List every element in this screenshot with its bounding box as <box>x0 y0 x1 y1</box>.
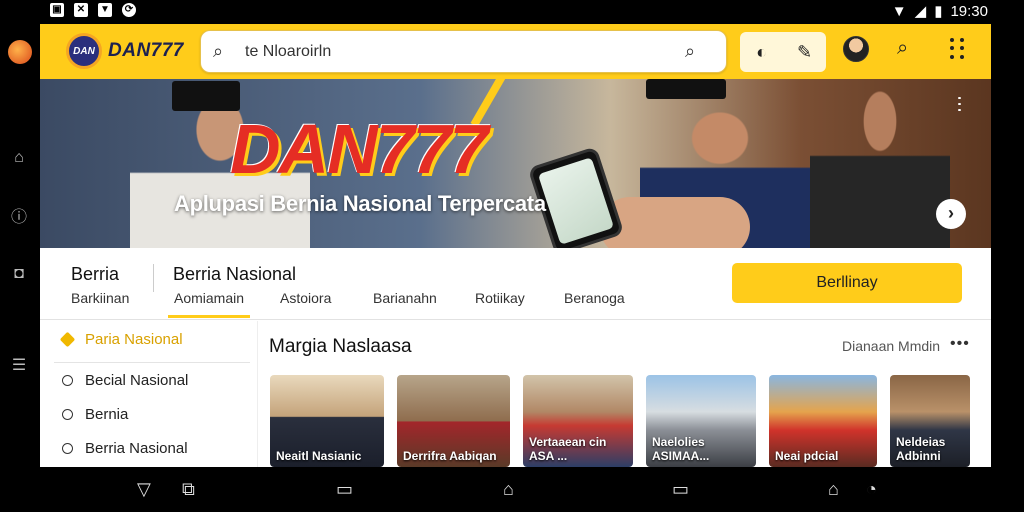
news-card[interactable]: Derrifra Aabiqan <box>397 375 510 467</box>
list-item-label: Becial Nasional <box>85 372 189 389</box>
radio-icon <box>62 443 73 454</box>
next-arrow-icon[interactable]: › <box>936 199 966 229</box>
device-screen: ▣ ✕ ▼ ⟳ ▼ ◢ ▮ 19:30 ⌂ ⓘ ◘ ☰ DAN DAN777 ⌕ <box>0 0 1024 512</box>
content-filter-label[interactable]: Dianaan Mmdin <box>842 338 940 354</box>
brand-logo-icon: DAN <box>66 33 102 69</box>
news-card[interactable]: Naelolies ASIMAA... <box>646 375 756 467</box>
home-icon[interactable]: ⌂ <box>9 148 29 168</box>
signal-icon: ◢ <box>914 3 927 20</box>
app-logo-icon[interactable] <box>8 40 32 64</box>
news-card[interactable]: Neldeias Adbinni <box>890 375 970 467</box>
card-caption: Derrifra Aabiqan <box>403 449 497 463</box>
list-item-active[interactable]: Paria Nasional <box>59 331 183 348</box>
top-bar: DAN DAN777 ⌕ ⌕ ◐ ✎ ⌕ <box>40 24 991 79</box>
hero-hat <box>646 79 726 99</box>
hero-hat <box>172 81 240 111</box>
wifi-icon: ▼ <box>891 2 907 20</box>
bullet-icon <box>59 331 76 348</box>
edit-icon[interactable]: ✎ <box>793 42 817 63</box>
app-window: DAN DAN777 ⌕ ⌕ ◐ ✎ ⌕ <box>40 24 991 467</box>
back-icon[interactable]: ▽ <box>137 479 151 500</box>
mic-icon[interactable]: ◐ <box>750 42 774 63</box>
section-nav: Berria Barkiinan Berria Nasional Aomiama… <box>40 248 991 320</box>
hero-subtitle: Aplupasi Bernia Nasional Terpercata <box>174 191 546 216</box>
search-icon: ⌕ <box>213 41 224 61</box>
news-card[interactable]: Neaitl Nasianic <box>270 375 384 467</box>
tab-0[interactable]: Aomiamain <box>167 290 251 318</box>
radio-icon <box>62 375 73 386</box>
tab-2[interactable]: Barianahn <box>373 290 437 306</box>
hero-banner[interactable]: DAN777 Aplupasi Bernia Nasional Terperca… <box>40 79 991 248</box>
tab-4[interactable]: Beranoga <box>564 290 625 306</box>
list-item-label: Berria Nasional <box>85 440 188 457</box>
home-icon[interactable]: ⌂ <box>503 479 514 500</box>
battery-icon: ▮ <box>934 3 943 20</box>
search-icon[interactable]: ⌕ <box>897 37 908 60</box>
recents-icon[interactable]: ▭ <box>336 479 353 500</box>
news-cards: Neaitl Nasianic Derrifra Aabiqan Vertaae… <box>270 375 990 467</box>
search-input[interactable] <box>245 42 685 61</box>
menu-icon[interactable]: ☰ <box>9 356 29 376</box>
card-caption: Naelolies ASIMAA... <box>652 435 710 463</box>
card-caption: Neaitl Nasianic <box>276 449 362 463</box>
news-card[interactable]: Neai pdcial <box>769 375 877 467</box>
assistant-icon[interactable]: ◔ <box>866 479 877 500</box>
hero-title: DAN777 <box>230 110 488 188</box>
hero-menu-icon[interactable] <box>958 97 964 111</box>
card-caption: Neldeias Adbinni <box>896 435 946 463</box>
section-title: Berria Nasional <box>173 264 297 284</box>
bookmark-icon: ▼ <box>98 3 112 17</box>
card-caption: Neai pdcial <box>775 449 839 463</box>
tab-3[interactable]: Rotiikay <box>475 290 525 306</box>
hero-hand <box>600 197 750 248</box>
bookmark-icon[interactable]: ◘ <box>9 264 29 284</box>
status-time: 19:30 <box>950 2 988 20</box>
list-item-label: Bernia <box>85 406 129 423</box>
list-item-label: Paria Nasional <box>85 331 183 348</box>
brand-name: DAN777 <box>108 40 184 61</box>
info-icon[interactable]: ⓘ <box>9 208 29 228</box>
section-label: Berria <box>71 264 120 284</box>
content-title: Margia Naslaasa <box>269 336 412 357</box>
more-icon[interactable]: ••• <box>950 335 970 353</box>
status-bar: ▣ ✕ ▼ ⟳ ▼ ◢ ▮ 19:30 <box>0 0 1024 22</box>
list-item[interactable]: Berria Nasional <box>62 440 188 457</box>
apps-grid-icon[interactable] <box>950 38 966 60</box>
divider <box>54 362 250 363</box>
status-right: ▼ ◢ ▮ 19:30 <box>891 2 988 21</box>
search-submit-icon[interactable]: ⌕ <box>685 41 695 62</box>
list-item[interactable]: Bernia <box>62 406 128 423</box>
card-caption: Vertaaean cin ASA ... <box>529 435 607 463</box>
radio-icon <box>62 409 73 420</box>
toolbar-actions: ◐ ✎ <box>740 32 826 72</box>
tab-section-sub[interactable]: Barkiinan <box>71 290 129 306</box>
list-item[interactable]: Becial Nasional <box>62 372 188 389</box>
category-list: Paria Nasional Becial Nasional Bernia Be… <box>40 321 258 467</box>
system-nav-bar: ▽ ⧉ ▭ ⌂ ▭ ⌂ ◔ <box>0 467 1024 512</box>
status-left-icons: ▣ ✕ ▼ ⟳ <box>50 3 136 17</box>
side-rail: ⌂ ⓘ ◘ ☰ <box>0 22 40 467</box>
divider <box>153 264 154 292</box>
close-box-icon: ✕ <box>74 3 88 17</box>
hero-person-right <box>810 79 950 248</box>
cta-button[interactable]: Berllinay <box>732 263 962 303</box>
home-outline-icon[interactable]: ⌂ <box>828 479 839 500</box>
tab-1[interactable]: Astoiora <box>280 290 331 306</box>
news-card[interactable]: Vertaaean cin ASA ... <box>523 375 633 467</box>
overview-icon[interactable]: ▭ <box>672 479 689 500</box>
brand[interactable]: DAN DAN777 <box>66 33 184 69</box>
sync-icon: ⟳ <box>122 3 136 17</box>
avatar[interactable] <box>843 36 869 62</box>
image-icon: ▣ <box>50 3 64 17</box>
screenshot-icon[interactable]: ⧉ <box>182 479 195 500</box>
search-bar[interactable]: ⌕ ⌕ <box>200 30 727 73</box>
